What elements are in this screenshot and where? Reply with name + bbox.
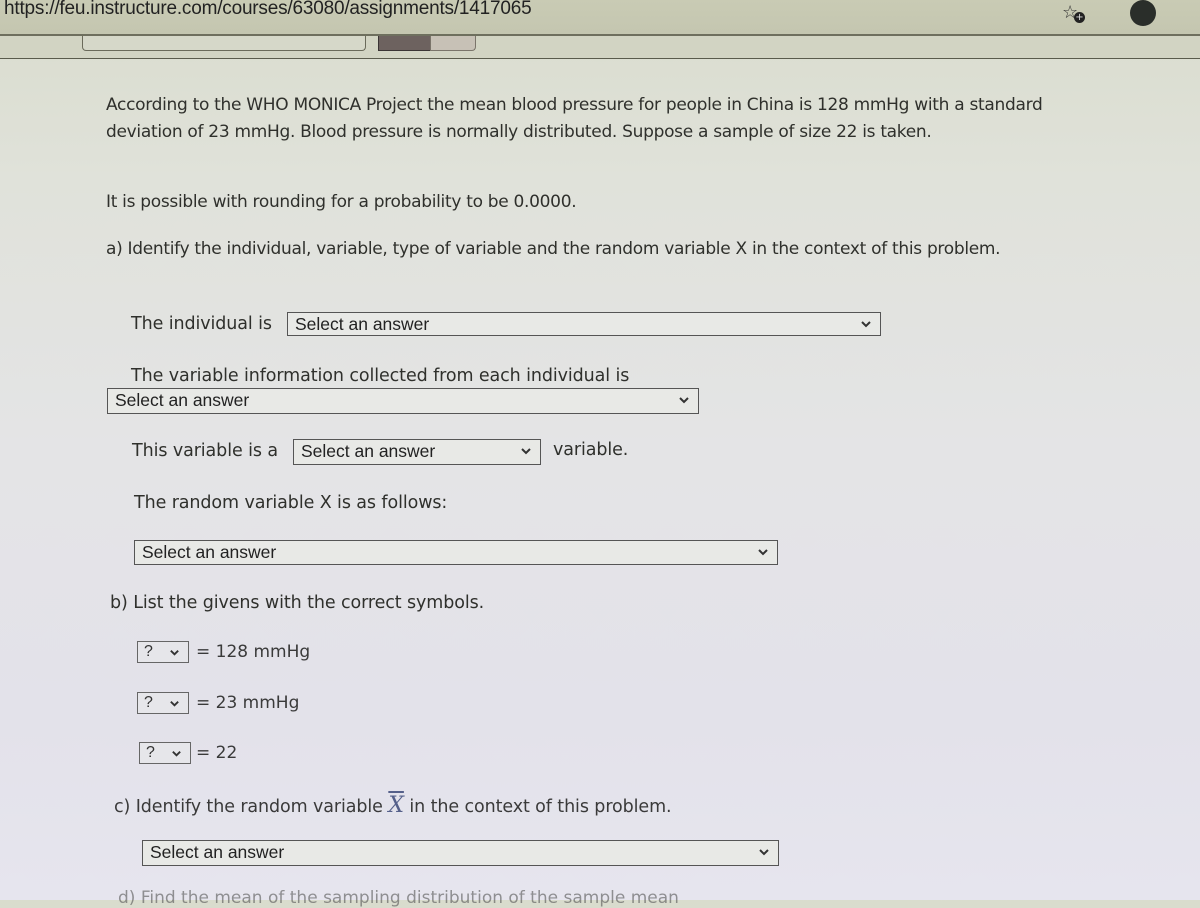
random-var-label: The random variable X is as follows: xyxy=(134,493,448,513)
x-bar-symbol: X xyxy=(388,793,404,818)
plus-icon: + xyxy=(1074,12,1085,23)
given-value-mean: = 128 mmHg xyxy=(196,642,311,662)
given-value-n: = 22 xyxy=(196,743,238,763)
random-var-select-value: Select an answer xyxy=(142,542,277,562)
given-symbol-select-sd[interactable]: ? xyxy=(137,692,189,714)
tab-active[interactable] xyxy=(378,36,432,51)
random-var-select[interactable]: Select an answer xyxy=(134,540,778,565)
url-text[interactable]: https://feu.instructure.com/courses/6308… xyxy=(4,0,532,20)
tab-secondary[interactable] xyxy=(430,36,476,51)
variable-type-select[interactable]: Select an answer xyxy=(293,439,541,465)
bookmark-star-add-icon[interactable]: ☆ + xyxy=(1062,2,1088,28)
sample-mean-select[interactable]: Select an answer xyxy=(142,840,779,866)
part-d-heading-cutoff: d) Find the mean of the sampling distrib… xyxy=(118,888,679,908)
variable-select-value: Select an answer xyxy=(115,390,250,410)
chevron-down-icon xyxy=(679,397,689,404)
sample-mean-select-value: Select an answer xyxy=(150,842,285,862)
given-symbol-value: ? xyxy=(144,643,153,660)
given-symbol-select-mean[interactable]: ? xyxy=(137,641,189,663)
chevron-down-icon xyxy=(170,650,179,656)
part-c-heading-before: c) Identify the random variable xyxy=(114,797,383,817)
part-b-heading: b) List the givens with the correct symb… xyxy=(110,593,485,613)
chevron-down-icon xyxy=(521,448,531,455)
individual-label: The individual is xyxy=(131,314,272,334)
individual-select[interactable]: Select an answer xyxy=(287,312,881,336)
individual-select-value: Select an answer xyxy=(295,314,430,334)
tab-blank[interactable] xyxy=(82,36,366,51)
type-label: This variable is a xyxy=(132,441,278,461)
given-symbol-select-n[interactable]: ? xyxy=(139,742,191,764)
chevron-down-icon xyxy=(172,751,181,757)
chevron-down-icon xyxy=(170,701,179,707)
chevron-down-icon xyxy=(759,849,769,856)
given-value-sd: = 23 mmHg xyxy=(196,693,300,713)
variable-label: The variable information collected from … xyxy=(131,366,630,386)
part-a-heading: a) Identify the individual, variable, ty… xyxy=(106,239,1001,259)
problem-intro: According to the WHO MONICA Project the … xyxy=(106,95,1043,142)
variable-select[interactable]: Select an answer xyxy=(107,388,699,414)
type-suffix: variable. xyxy=(553,440,629,460)
part-c-heading: c) Identify the random variable X in the… xyxy=(114,793,672,818)
profile-icon[interactable] xyxy=(1130,0,1156,26)
toolbar-strip xyxy=(0,36,1200,59)
chevron-down-icon xyxy=(758,549,768,556)
browser-address-bar: https://feu.instructure.com/courses/6308… xyxy=(0,0,1200,36)
given-symbol-value: ? xyxy=(146,744,155,761)
part-c-heading-after: in the context of this problem. xyxy=(409,797,672,817)
given-symbol-value: ? xyxy=(144,694,153,711)
chevron-down-icon xyxy=(861,321,871,328)
variable-type-select-value: Select an answer xyxy=(301,441,436,461)
rounding-note: It is possible with rounding for a proba… xyxy=(106,192,577,212)
